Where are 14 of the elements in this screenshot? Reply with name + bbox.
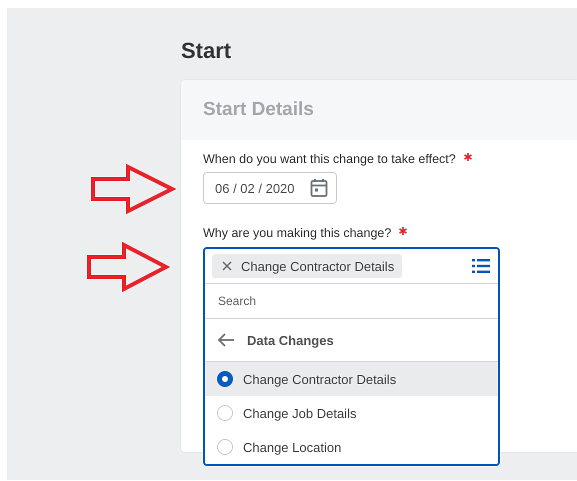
field-label: When do you want this change to take effect?	[203, 152, 456, 166]
page-title: Start	[181, 37, 232, 65]
field-label: Why are you making this change?	[203, 226, 392, 240]
close-icon[interactable]	[222, 261, 232, 271]
option-item[interactable]: Change Job Details	[205, 396, 498, 430]
option-item[interactable]: Change Location	[205, 430, 498, 464]
option-item[interactable]: Change Contractor Details	[205, 362, 498, 396]
chip-label: Change Contractor Details	[241, 258, 394, 274]
list-icon[interactable]	[472, 259, 490, 273]
radio-button[interactable]	[217, 371, 233, 387]
section-title: Start Details	[203, 99, 314, 121]
calendar-icon[interactable]	[310, 178, 328, 198]
date-field[interactable]: 06 / 02 / 2020	[203, 172, 337, 204]
back-arrow-icon[interactable]	[217, 333, 235, 347]
